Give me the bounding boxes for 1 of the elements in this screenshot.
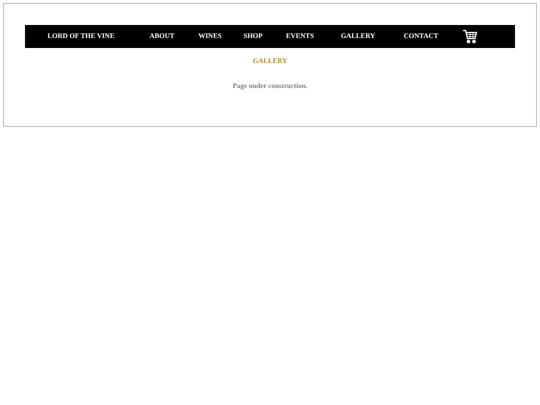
cart-icon[interactable] <box>462 29 478 44</box>
